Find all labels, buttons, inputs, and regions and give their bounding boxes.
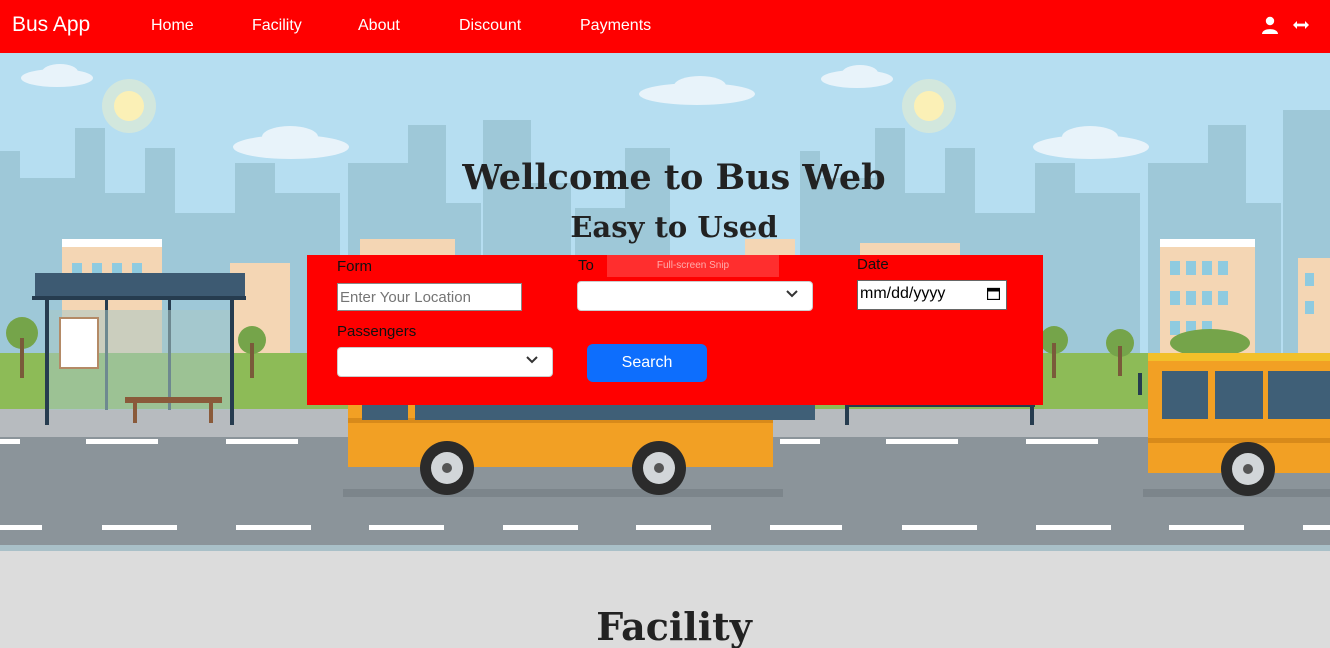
passengers-select[interactable] xyxy=(337,347,553,377)
date-label: Date xyxy=(857,256,889,273)
snip-tooltip: Full-screen Snip xyxy=(607,255,779,277)
chevron-down-icon xyxy=(786,290,798,298)
to-destination-select[interactable] xyxy=(577,281,813,311)
nav-link-facility[interactable]: Facility xyxy=(252,17,302,35)
date-input[interactable]: mm/dd/yyyy xyxy=(857,280,1007,310)
user-icon[interactable] xyxy=(1260,15,1280,35)
chevron-down-icon xyxy=(526,356,538,364)
passengers-label: Passengers xyxy=(337,323,417,340)
hero-subtitle: Easy to Used xyxy=(570,210,778,244)
brand-logo[interactable]: Bus App xyxy=(12,13,90,37)
swap-arrows-icon[interactable] xyxy=(1291,15,1311,35)
hero-title: Wellcome to Bus Web xyxy=(462,157,886,198)
calendar-icon[interactable] xyxy=(987,287,1000,300)
from-location-input[interactable] xyxy=(337,283,522,311)
nav-link-payments[interactable]: Payments xyxy=(580,17,651,35)
nav-link-about[interactable]: About xyxy=(358,17,400,35)
to-label: To xyxy=(578,257,594,274)
bus-search-form: Full-screen Snip Form To Date mm/dd/yyyy… xyxy=(307,255,1043,405)
from-label: Form xyxy=(337,258,372,275)
nav-link-discount[interactable]: Discount xyxy=(459,17,521,35)
hero-banner: Wellcome to Bus Web Easy to Used Full-sc… xyxy=(0,53,1330,551)
date-placeholder: mm/dd/yyyy xyxy=(860,285,946,302)
search-button[interactable]: Search xyxy=(587,344,707,382)
navbar: Bus App Home Facility About Discount Pay… xyxy=(0,0,1330,53)
nav-link-home[interactable]: Home xyxy=(151,17,194,35)
facility-section-title: Facility xyxy=(596,604,752,648)
